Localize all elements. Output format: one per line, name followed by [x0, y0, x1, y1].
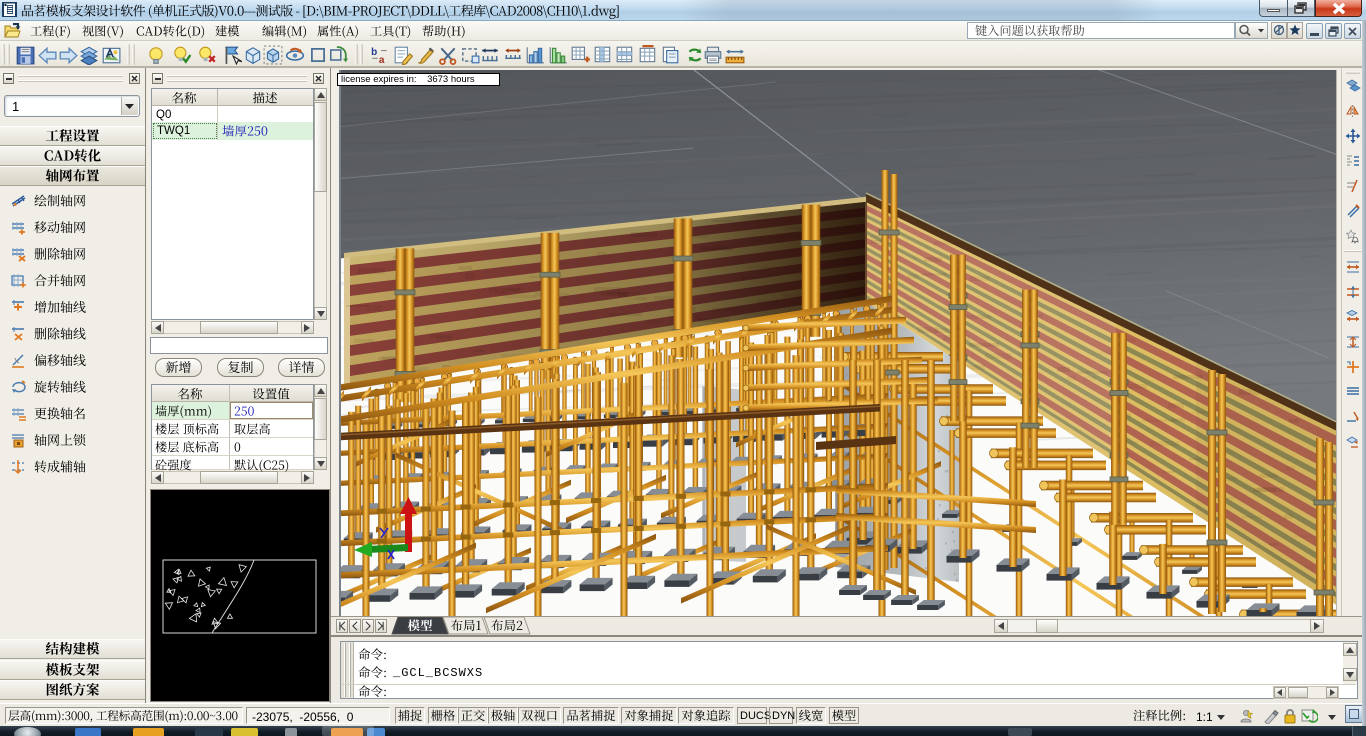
svg-text:a: a: [379, 55, 385, 65]
svg-text:b: b: [371, 47, 377, 58]
